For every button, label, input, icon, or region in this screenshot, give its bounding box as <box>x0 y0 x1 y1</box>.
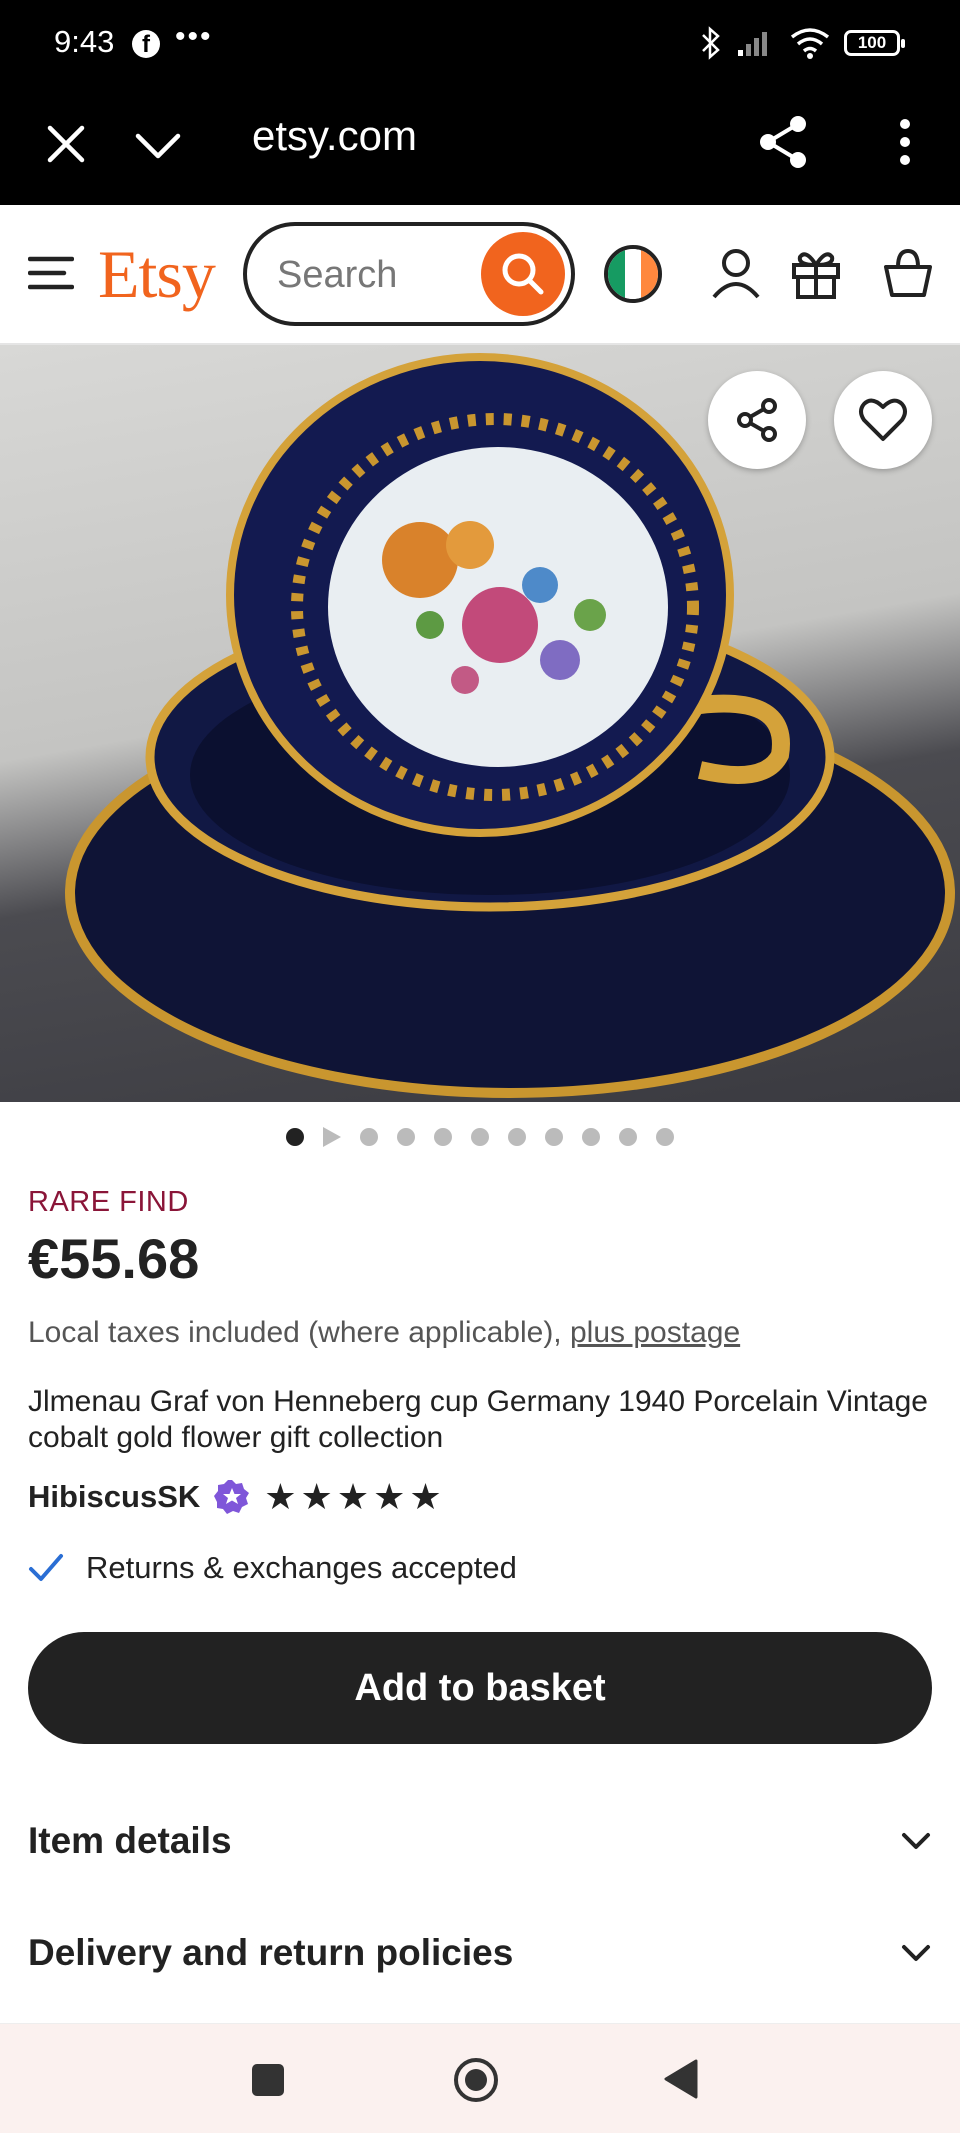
carousel-dot[interactable] <box>582 1128 600 1146</box>
carousel-dot[interactable] <box>619 1128 637 1146</box>
carousel-dot[interactable] <box>360 1128 378 1146</box>
chevron-down-icon <box>902 1945 930 1961</box>
carousel-dot[interactable] <box>471 1128 489 1146</box>
region-flag-icon[interactable] <box>604 245 662 303</box>
browser-toolbar: etsy.com <box>0 90 960 205</box>
carousel-dot[interactable] <box>397 1128 415 1146</box>
postage-link[interactable]: plus postage <box>570 1316 740 1349</box>
teacup-illustration <box>65 353 955 1098</box>
share-icon <box>737 398 777 442</box>
etsy-logo[interactable]: Etsy <box>98 235 216 314</box>
carousel-dot[interactable] <box>545 1128 563 1146</box>
back-icon[interactable] <box>662 2058 700 2100</box>
favorite-button[interactable] <box>834 371 932 469</box>
more-notifications-icon: ••• <box>175 20 213 53</box>
url-text[interactable]: etsy.com <box>252 112 417 160</box>
search-placeholder: Search <box>277 254 398 296</box>
search-icon <box>502 253 544 295</box>
search-input[interactable]: Search <box>243 222 575 326</box>
gift-icon[interactable] <box>788 245 844 301</box>
returns-note: Returns & exchanges accepted <box>28 1550 517 1586</box>
item-details-accordion[interactable]: Item details <box>28 1801 932 1881</box>
delivery-policies-accordion[interactable]: Delivery and return policies <box>28 1913 932 1993</box>
heart-icon <box>859 398 907 441</box>
chevron-down-icon[interactable] <box>132 120 184 172</box>
carousel-dot[interactable] <box>656 1128 674 1146</box>
share-icon[interactable] <box>754 112 814 172</box>
status-icons: 100 <box>700 26 905 60</box>
site-header: Etsy Search <box>0 205 960 345</box>
accordion-label: Delivery and return policies <box>28 1932 514 1973</box>
wifi-icon <box>790 28 830 59</box>
close-icon[interactable] <box>40 118 92 170</box>
home-icon[interactable] <box>452 2056 500 2104</box>
signal-icon <box>738 32 767 56</box>
basket-icon[interactable] <box>880 245 936 301</box>
checkmark-icon <box>29 1554 63 1581</box>
search-button[interactable] <box>481 232 565 316</box>
carousel-dot[interactable] <box>508 1128 526 1146</box>
taxes-note: Local taxes included (where applicable),… <box>28 1316 740 1350</box>
battery-icon: 100 <box>844 30 905 56</box>
accordion-label: Item details <box>28 1820 232 1861</box>
carousel-dots <box>0 1127 960 1147</box>
status-bar: 9:43 f ••• 100 <box>0 0 960 90</box>
share-image-button[interactable] <box>708 371 806 469</box>
carousel-dot[interactable] <box>434 1128 452 1146</box>
taxes-text: Local taxes included (where applicable), <box>28 1316 562 1349</box>
video-play-icon[interactable] <box>323 1127 341 1147</box>
carousel-dot[interactable] <box>286 1128 304 1146</box>
menu-icon[interactable] <box>28 255 74 291</box>
more-vert-icon[interactable] <box>880 112 930 172</box>
rare-find-badge: RARE FIND <box>28 1186 189 1218</box>
account-icon[interactable] <box>708 245 764 301</box>
product-image[interactable] <box>0 345 960 1102</box>
rating-stars[interactable]: ★★★★★ <box>264 1476 445 1518</box>
chevron-down-icon <box>902 1833 930 1849</box>
add-to-basket-button[interactable]: Add to basket <box>28 1632 932 1744</box>
bluetooth-icon <box>702 26 720 60</box>
seller-name[interactable]: HibiscusSK <box>28 1479 200 1515</box>
returns-text: Returns & exchanges accepted <box>86 1550 517 1585</box>
facebook-icon: f <box>132 30 160 58</box>
recents-icon[interactable] <box>250 2062 286 2098</box>
price: €55.68 <box>28 1227 200 1290</box>
system-nav-bar <box>0 2023 960 2133</box>
status-time: 9:43 <box>54 24 115 59</box>
seller-row: HibiscusSK ★★★★★ <box>28 1476 446 1518</box>
star-seller-badge-icon <box>214 1480 250 1514</box>
listing-title: Jlmenau Graf von Henneberg cup Germany 1… <box>28 1385 928 1454</box>
